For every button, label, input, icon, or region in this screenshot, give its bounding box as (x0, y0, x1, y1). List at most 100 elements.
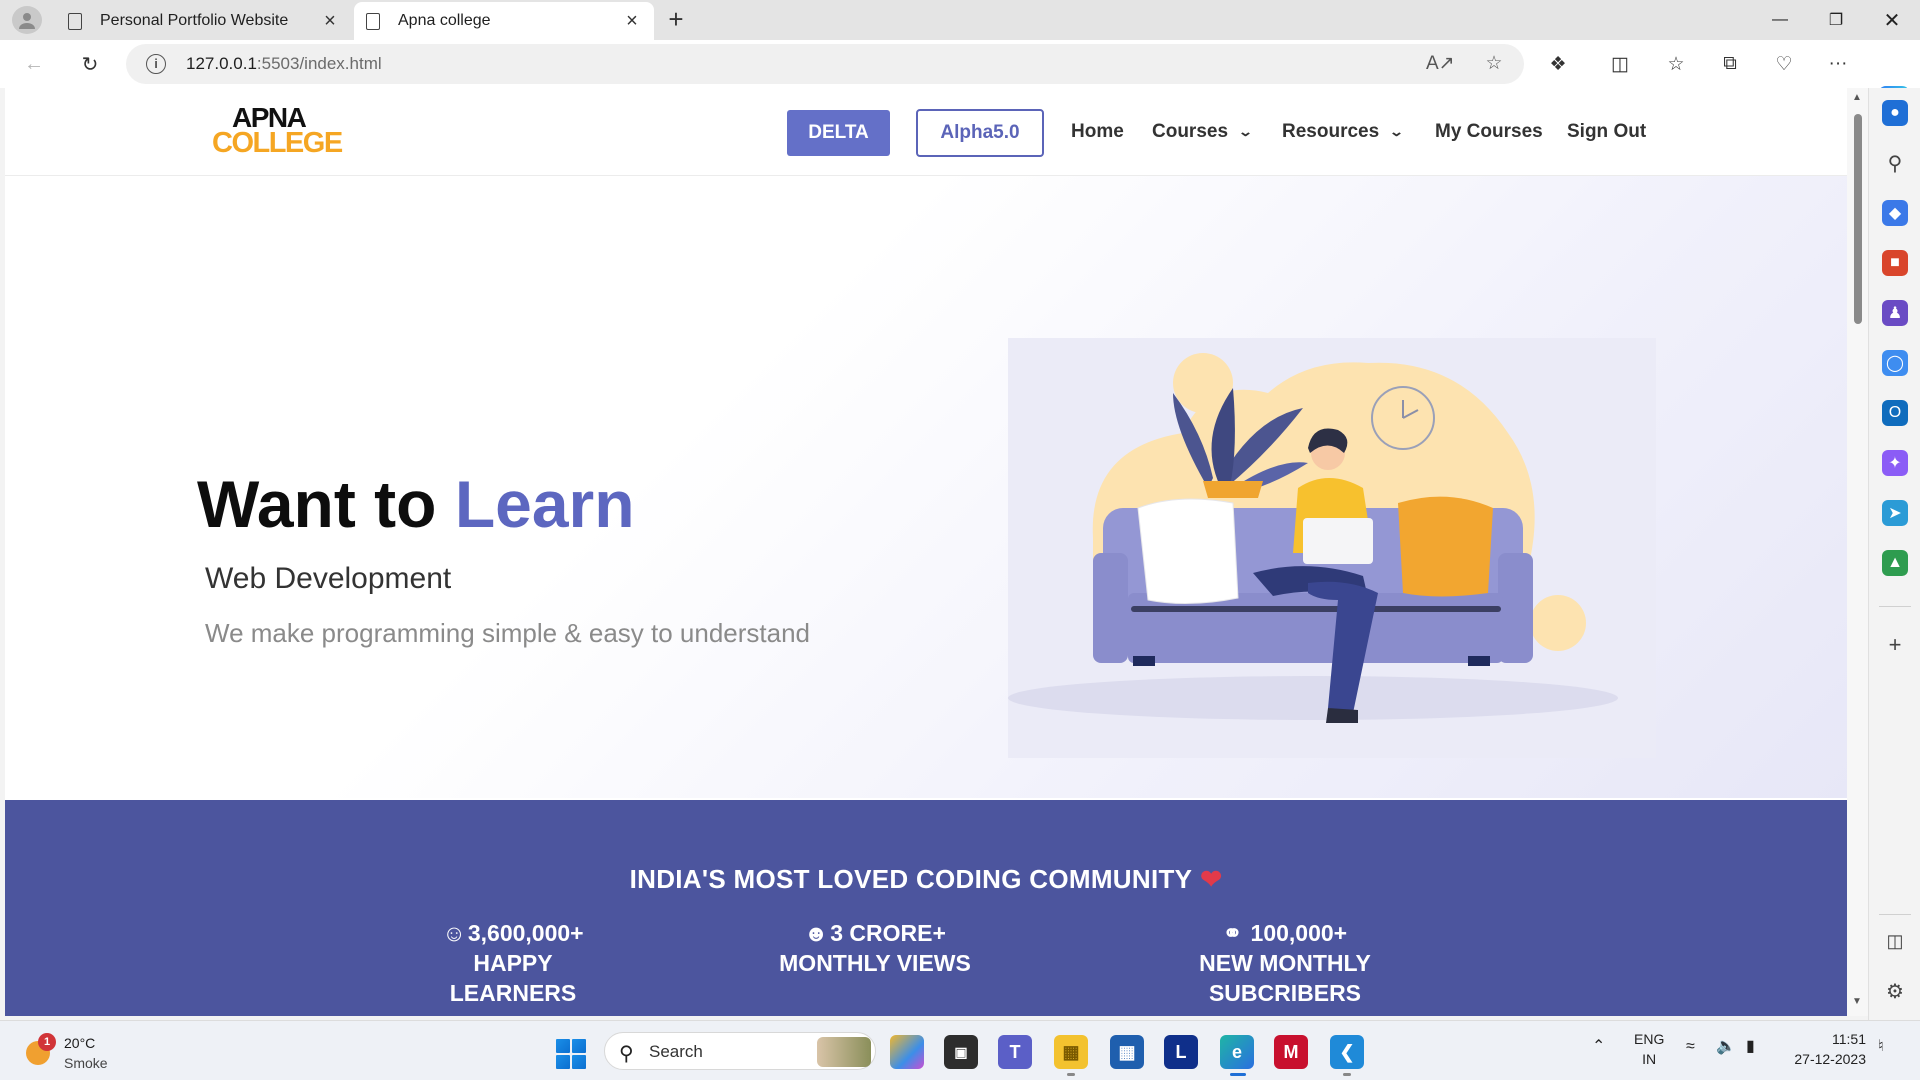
site-navbar: APNA COLLEGE DELTA Alpha5.0 Home Courses… (5, 88, 1847, 176)
nav-resources-dropdown[interactable]: Resources ⌄ (1282, 121, 1405, 143)
hero-section: Want to Learn Web Development We make pr… (5, 176, 1847, 798)
games-chess-icon[interactable]: ♟ (1882, 300, 1908, 326)
battery-icon[interactable]: ▮ (1746, 1037, 1755, 1057)
back-button[interactable]: ← (18, 48, 50, 80)
close-tab-icon[interactable]: × (622, 10, 642, 33)
page-viewport: APNA COLLEGE DELTA Alpha5.0 Home Courses… (5, 88, 1847, 1016)
read-aloud-icon[interactable]: A↗ (1426, 52, 1455, 76)
delta-button[interactable]: DELTA (787, 110, 890, 156)
extensions-icon[interactable]: ❖ (1542, 48, 1574, 80)
sidebar-divider (1879, 914, 1911, 915)
notifications-bell-icon[interactable]: ● (1882, 100, 1908, 126)
profile-avatar-icon[interactable] (12, 6, 42, 34)
minimize-button[interactable]: — (1752, 0, 1808, 40)
search-highlight-image (817, 1037, 871, 1067)
designer-icon[interactable]: ✦ (1882, 450, 1908, 476)
new-tab-button[interactable]: + (662, 6, 690, 34)
tab-personal-portfolio[interactable]: Personal Portfolio Website × (56, 2, 352, 40)
file-explorer-icon[interactable]: ▦ (1054, 1035, 1088, 1069)
volume-icon[interactable]: 🔈 (1716, 1037, 1736, 1057)
split-screen-icon[interactable]: ◫ (1604, 48, 1636, 80)
users-icon: ☺ (442, 920, 466, 946)
clock-date: 27-12-2023 (1794, 1051, 1866, 1067)
community-heading-text: INDIA'S MOST LOVED CODING COMMUNITY (629, 864, 1193, 894)
running-indicator (1343, 1073, 1351, 1076)
nav-my-courses-link[interactable]: My Courses (1435, 121, 1543, 143)
copilot-pre-app-icon[interactable] (890, 1035, 924, 1069)
tab-strip: Personal Portfolio Website × Apna colleg… (0, 0, 1920, 40)
nav-sign-out-link[interactable]: Sign Out (1567, 121, 1646, 143)
add-sidebar-app-icon[interactable]: + (1882, 632, 1908, 658)
nav-home-label: Home (1071, 121, 1124, 142)
show-hidden-icons-chevron-icon[interactable]: ⌃ (1592, 1037, 1605, 1057)
chevron-down-icon: ⌄ (1388, 124, 1405, 139)
stat-value: 3 CRORE+ (830, 920, 946, 946)
close-tab-icon[interactable]: × (320, 10, 340, 33)
taskbar-search-label: Search (649, 1042, 703, 1061)
l-app-icon[interactable]: L (1164, 1035, 1198, 1069)
clock-time: 11:51 (1832, 1031, 1866, 1047)
page-scrollbar[interactable]: ▲ ▼ (1847, 88, 1868, 1016)
alpha-button[interactable]: Alpha5.0 (916, 109, 1044, 157)
nav-courses-dropdown[interactable]: Courses ⌄ (1152, 121, 1254, 143)
language-code: ENG (1634, 1031, 1665, 1047)
apna-college-logo[interactable]: APNA COLLEGE (212, 104, 343, 159)
page-icon (68, 12, 82, 30)
mcafee-icon[interactable]: M (1274, 1035, 1308, 1069)
nav-courses-label: Courses (1152, 121, 1229, 142)
tab-apna-college[interactable]: Apna college × (354, 2, 654, 40)
logo-line2: COLLEGE (212, 127, 343, 159)
wifi-icon[interactable]: ≈ (1686, 1037, 1695, 1057)
drop-send-icon[interactable]: ➤ (1882, 500, 1908, 526)
tools-briefcase-icon[interactable]: ■ (1882, 250, 1908, 276)
restore-button[interactable]: ❐ (1808, 0, 1864, 40)
scroll-down-arrow-icon[interactable]: ▼ (1851, 996, 1863, 1007)
nav-my-courses-label: My Courses (1435, 121, 1543, 142)
microsoft-365-icon[interactable]: ◯ (1882, 350, 1908, 376)
notification-bell-icon[interactable]: ♮ (1878, 1037, 1884, 1057)
hero-title-prefix: Want to (197, 467, 455, 541)
start-windows-icon[interactable] (556, 1039, 586, 1069)
stat-value: 100,000+ (1250, 920, 1348, 946)
community-heading: INDIA'S MOST LOVED CODING COMMUNITY ❤ (5, 864, 1847, 895)
scrollbar-thumb[interactable] (1854, 114, 1862, 324)
hide-sidebar-icon[interactable]: ◫ (1882, 928, 1908, 954)
edge-browser-icon[interactable]: e (1220, 1035, 1254, 1069)
url-text[interactable]: 127.0.0.1:5503/index.html (186, 54, 382, 74)
search-icon[interactable]: ⚲ (1882, 150, 1908, 176)
sidebar-divider (1879, 606, 1911, 607)
favorite-star-icon[interactable]: ☆ (1482, 52, 1506, 76)
language-indicator[interactable]: ENG IN (1634, 1029, 1664, 1069)
hero-title-accent: Learn (454, 467, 635, 541)
microsoft-store-icon[interactable]: ▦ (1110, 1035, 1144, 1069)
stat-label: HAPPY LEARNERS (449, 950, 577, 1006)
address-bar[interactable]: i 127.0.0.1:5503/index.html A↗ ☆ (126, 44, 1524, 84)
teams-icon[interactable]: T (998, 1035, 1032, 1069)
collections-icon[interactable]: ⧉ (1714, 48, 1746, 80)
browser-essentials-icon[interactable]: ♡ (1768, 48, 1800, 80)
reload-button[interactable]: ↻ (74, 48, 106, 80)
site-info-icon[interactable]: i (146, 54, 166, 74)
favorites-icon[interactable]: ☆ (1660, 48, 1692, 80)
close-window-button[interactable]: ✕ (1864, 0, 1920, 40)
scroll-up-arrow-icon[interactable]: ▲ (1851, 92, 1863, 103)
windows-taskbar: 1 20°C Smoke ⚲ Search ▣ T ▦ ▦ L e M ❮ ⌃ … (0, 1020, 1920, 1080)
tab-title: Personal Portfolio Website (100, 12, 289, 29)
stat-value: 3,600,000+ (467, 920, 584, 946)
weather-widget[interactable]: 1 20°C Smoke (22, 1033, 162, 1073)
settings-more-icon[interactable]: ··· (1822, 48, 1854, 80)
user-laptop-icon: ☻ (804, 920, 829, 946)
sidebar-settings-gear-icon[interactable]: ⚙ (1882, 978, 1908, 1004)
nav-home-link[interactable]: Home (1071, 121, 1124, 143)
outlook-icon[interactable]: O (1882, 400, 1908, 426)
tree-icon[interactable]: ▲ (1882, 550, 1908, 576)
vscode-icon[interactable]: ❮ (1330, 1035, 1364, 1069)
clock[interactable]: 11:51 27-12-2023 (1786, 1029, 1866, 1069)
chevron-down-icon: ⌄ (1237, 124, 1254, 139)
taskbar-search-box[interactable]: ⚲ Search (604, 1032, 876, 1070)
shopping-tag-icon[interactable]: ◆ (1882, 200, 1908, 226)
stat-monthly-subscribers: ⚭ 100,000+ NEW MONTHLY SUBCRIBERS (1135, 918, 1435, 1008)
search-icon: ⚲ (619, 1043, 634, 1065)
stat-monthly-views: ☻3 CRORE+ MONTHLY VIEWS (775, 918, 975, 978)
task-view-icon[interactable]: ▣ (944, 1035, 978, 1069)
